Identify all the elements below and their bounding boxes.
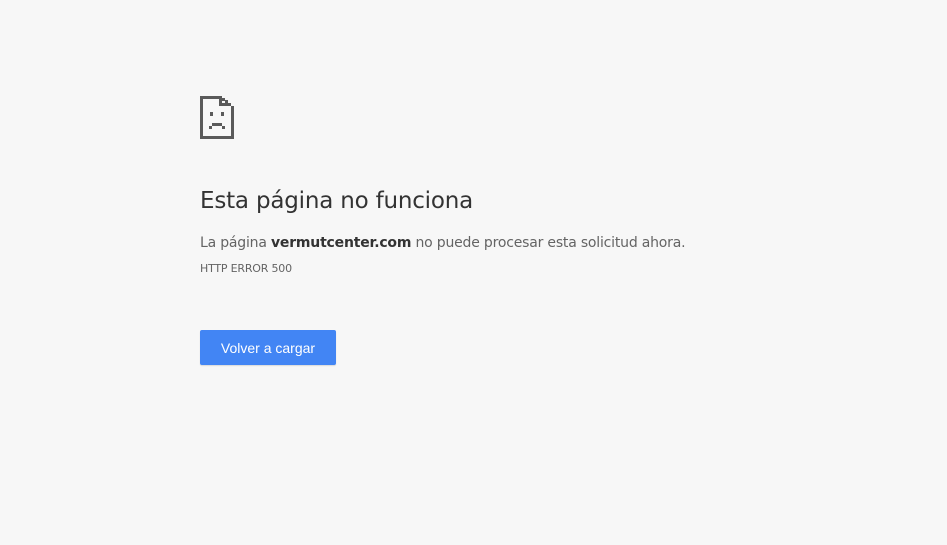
error-domain: vermutcenter.com [270, 235, 412, 251]
error-code: HTTP ERROR 500 [200, 262, 292, 275]
sad-page-icon [200, 96, 234, 139]
reload-button[interactable]: Volver a cargar [200, 330, 336, 365]
page-title: Esta página no funciona [200, 188, 473, 214]
error-page-content: Esta página no funciona La página vermut… [200, 96, 800, 365]
error-description: La página vermutcenter.com no puede proc… [200, 235, 686, 251]
description-prefix: La página [200, 235, 271, 251]
description-suffix: no puede procesar esta solicitud ahora. [411, 235, 686, 251]
